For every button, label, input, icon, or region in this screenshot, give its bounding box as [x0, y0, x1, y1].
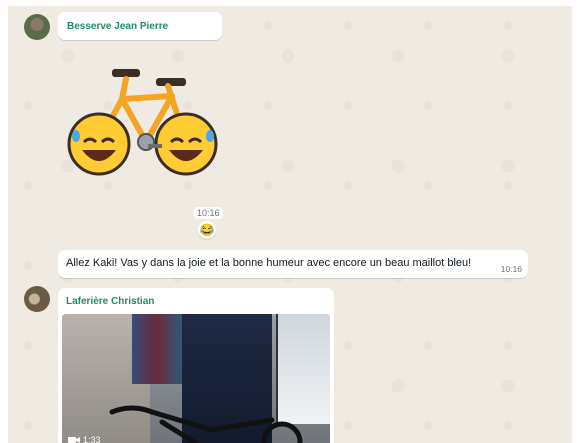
laughing-reaction-icon[interactable]: 😂 [198, 221, 216, 239]
sender-name-bubble: Besserve Jean Pierre [58, 12, 222, 40]
message-text: Allez Kaki! Vas y dans la joie et la bon… [66, 257, 472, 269]
avatar[interactable] [24, 286, 50, 312]
chat-pane: Besserve Jean Pierre 10:16 😂 Allez Kaki!… [8, 6, 572, 443]
message-time: 10:16 [194, 207, 223, 219]
video-duration: 1:33 [68, 435, 101, 443]
video-message-bubble: Laferière Christian 1:33 [58, 288, 334, 443]
sender-name: Laferière Christian [66, 296, 155, 307]
video-duration-label: 1:33 [83, 435, 101, 443]
sender-name: Besserve Jean Pierre [67, 21, 169, 32]
video-camera-icon [68, 437, 80, 443]
avatar[interactable] [24, 14, 50, 40]
bicycle-sticker[interactable] [64, 64, 220, 184]
text-message-bubble[interactable]: Allez Kaki! Vas y dans la joie et la bon… [58, 250, 528, 278]
video-thumbnail[interactable]: 1:33 [62, 314, 330, 443]
message-time: 10:16 [500, 264, 522, 274]
bike-silhouette [109, 405, 303, 443]
